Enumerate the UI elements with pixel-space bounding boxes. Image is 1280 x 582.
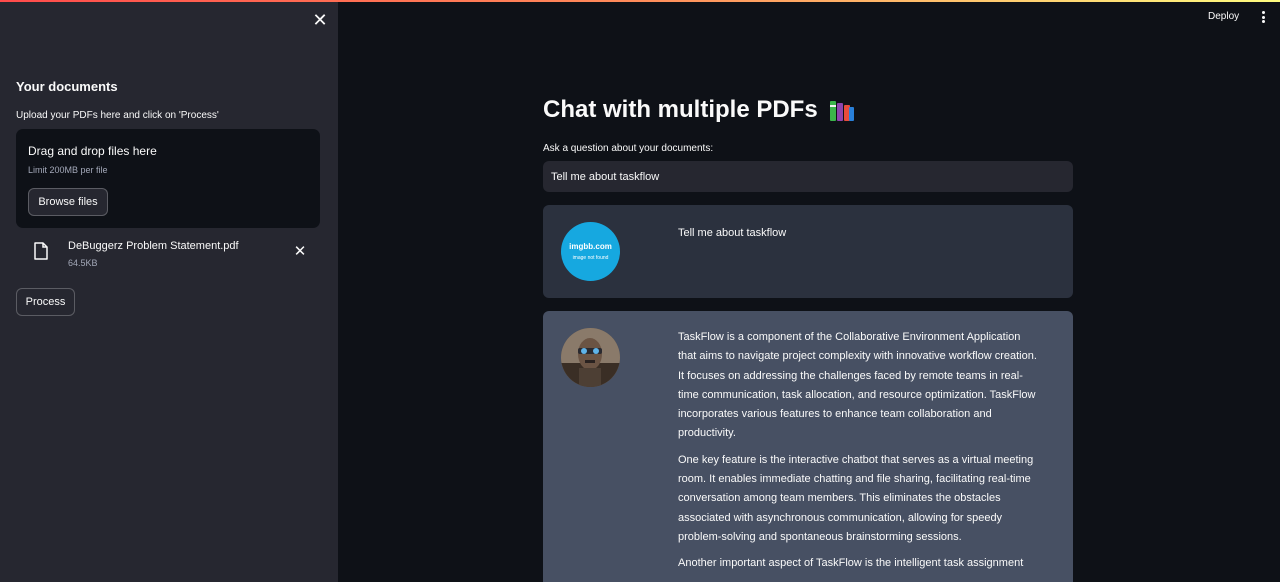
dropzone-title: Drag and drop files here xyxy=(28,144,157,158)
upload-label: Upload your PDFs here and click on 'Proc… xyxy=(16,110,219,121)
bot-message: TaskFlow is a component of the Collabora… xyxy=(543,311,1073,582)
uploaded-file-item: DeBuggerz Problem Statement.pdf 64.5KB ✕ xyxy=(28,236,320,272)
top-decoration-bar xyxy=(0,0,1280,2)
sidebar: ✕ Your documents Upload your PDFs here a… xyxy=(0,0,338,582)
file-icon xyxy=(34,242,48,260)
books-icon xyxy=(829,101,854,121)
browse-files-button[interactable]: Browse files xyxy=(28,188,108,216)
user-avatar: imgbb.com image not found xyxy=(561,222,620,281)
user-message: imgbb.com image not found Tell me about … xyxy=(543,205,1073,298)
close-sidebar-icon[interactable]: ✕ xyxy=(311,11,329,29)
question-label: Ask a question about your documents: xyxy=(543,143,714,154)
bot-avatar xyxy=(561,328,620,387)
bot-paragraph: TaskFlow is a component of the Collabora… xyxy=(678,331,1037,440)
bot-message-text: TaskFlow is a component of the Collabora… xyxy=(678,328,1040,581)
user-message-text: Tell me about taskflow xyxy=(678,227,787,239)
deploy-button[interactable]: Deploy xyxy=(1208,11,1239,22)
page-title-text: Chat with multiple PDFs xyxy=(543,96,818,123)
sidebar-title: Your documents xyxy=(16,79,118,94)
bot-paragraph: One key feature is the interactive chatb… xyxy=(678,453,1034,543)
remove-file-icon[interactable]: ✕ xyxy=(292,244,308,260)
user-avatar-title: imgbb.com xyxy=(569,242,612,251)
dropzone-limit: Limit 200MB per file xyxy=(28,165,108,175)
process-button[interactable]: Process xyxy=(16,288,75,316)
question-input[interactable] xyxy=(543,161,1073,192)
file-name: DeBuggerz Problem Statement.pdf xyxy=(68,240,239,252)
bot-paragraph: Another important aspect of TaskFlow is … xyxy=(678,557,1024,570)
file-dropzone[interactable]: Drag and drop files here Limit 200MB per… xyxy=(16,129,320,228)
kebab-menu-icon[interactable] xyxy=(1258,10,1268,24)
file-size: 64.5KB xyxy=(68,258,98,268)
page-title: Chat with multiple PDFs xyxy=(543,96,856,124)
user-avatar-subtitle: image not found xyxy=(572,255,609,261)
